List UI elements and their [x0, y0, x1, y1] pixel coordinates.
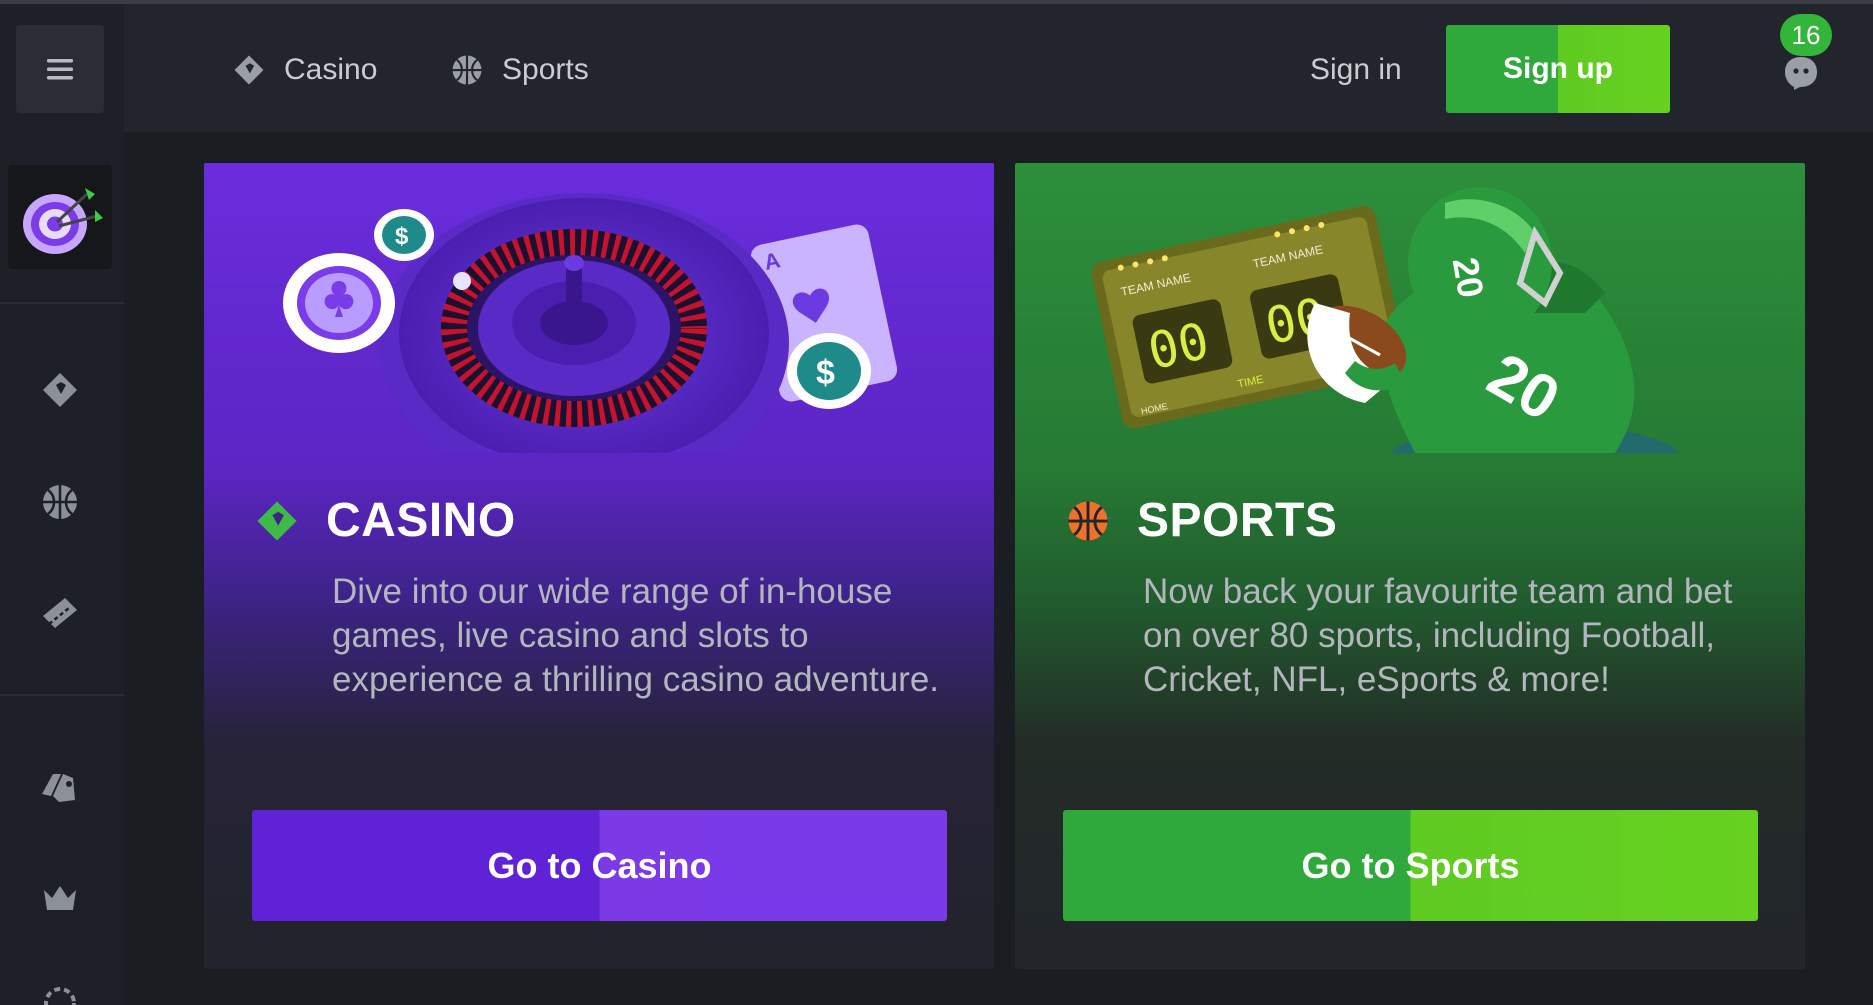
- casino-card-header: CASINO: [254, 493, 516, 548]
- sidebar-item-vip[interactable]: [36, 874, 84, 922]
- casino-diamond-icon: [257, 500, 297, 541]
- sidebar-featured-game[interactable]: [8, 165, 112, 269]
- basketball-icon: [452, 55, 482, 85]
- casino-card[interactable]: A $ $ CASINO Dive into our wide range of…: [204, 163, 994, 969]
- poker-chip: [283, 253, 395, 353]
- sidebar-item-casino[interactable]: [36, 366, 84, 414]
- casino-card-title: CASINO: [326, 494, 516, 547]
- promotions-icon: [42, 774, 75, 802]
- sports-card[interactable]: 00 00 TEAM NAME TEAM NAME TIME HOME 20 2…: [1015, 163, 1805, 969]
- nav-sports-label: Sports: [502, 53, 589, 86]
- sports-card-description: Now back your favourite team and bet on …: [1143, 572, 1733, 699]
- nav-sports[interactable]: Sports: [450, 48, 589, 92]
- casino-diamond-icon: [234, 55, 264, 85]
- dart-target-icon: [23, 188, 103, 254]
- sidebar-divider: [0, 694, 124, 696]
- basketball-icon: [43, 485, 77, 519]
- sidebar-item-sports[interactable]: [36, 478, 84, 526]
- chat-icon: [1785, 57, 1817, 90]
- svg-text:20: 20: [1445, 254, 1492, 301]
- sidebar-divider: [0, 302, 124, 304]
- scoreboard-left-score: 00: [1143, 312, 1214, 381]
- sidebar: [0, 4, 124, 1005]
- sidebar-item-tickets[interactable]: [36, 590, 84, 638]
- football-illustration: 00 00 TEAM NAME TEAM NAME TIME HOME 20 2…: [1091, 187, 1681, 453]
- crown-icon: [44, 886, 76, 910]
- svg-text:$: $: [816, 354, 835, 392]
- go-to-sports-button[interactable]: Go to Sports: [1063, 810, 1758, 921]
- signup-button[interactable]: Sign up: [1446, 25, 1670, 113]
- sports-card-header: SPORTS: [1065, 493, 1337, 548]
- more-icon: [44, 987, 76, 1005]
- signin-link[interactable]: Sign in: [1310, 48, 1402, 92]
- top-header: Casino Sports Sign in Sign up 16: [124, 4, 1873, 132]
- roulette-illustration: A $ $: [283, 193, 898, 453]
- casino-diamond-icon: [43, 373, 77, 407]
- sports-card-title: SPORTS: [1137, 494, 1338, 547]
- nav-casino-label: Casino: [284, 53, 378, 86]
- menu-icon: [47, 59, 73, 80]
- chat-badge: 16: [1780, 14, 1832, 56]
- basketball-icon: [1068, 500, 1108, 541]
- casino-card-description: Dive into our wide range of in-house gam…: [332, 572, 940, 699]
- nav-casino[interactable]: Casino: [232, 48, 377, 92]
- sidebar-item-promotions[interactable]: [36, 762, 84, 810]
- go-to-casino-button[interactable]: Go to Casino: [252, 810, 947, 921]
- menu-button[interactable]: [16, 25, 104, 113]
- sidebar-item-more[interactable]: [36, 979, 84, 1005]
- ticket-icon: [43, 598, 77, 628]
- svg-text:$: $: [395, 223, 409, 250]
